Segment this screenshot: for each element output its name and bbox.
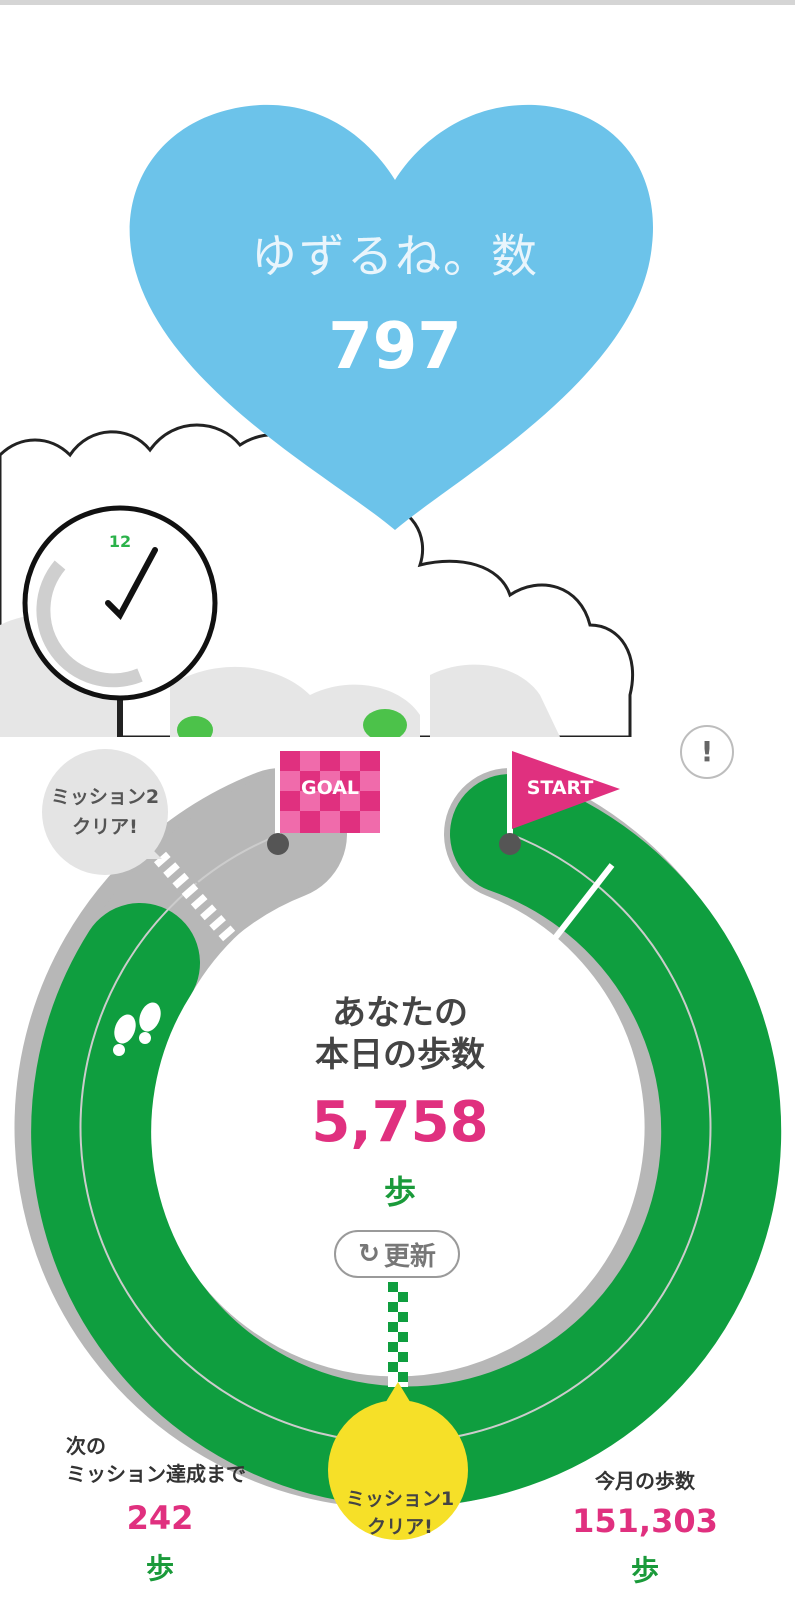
heart-count: 797: [328, 310, 462, 384]
next-mission-line2: ミッション達成まで: [66, 1462, 246, 1486]
mission1-checker: [388, 1282, 408, 1387]
heart-title: ゆずるね。数: [251, 229, 539, 283]
month-steps-value: 151,303: [572, 1502, 718, 1540]
month-steps-unit: 歩: [630, 1554, 659, 1587]
today-steps-unit: 歩: [383, 1173, 416, 1211]
mission1-line1: ミッション1: [345, 1488, 455, 1510]
mission1-line2: クリア!: [367, 1516, 433, 1538]
today-steps-value: 5,758: [311, 1090, 489, 1155]
yuzurune-banner[interactable]: 12 ゆずるね。数 797: [0, 5, 795, 737]
refresh-button[interactable]: ↻ 更新: [334, 1230, 460, 1278]
mission2-text: ミッション2 クリア!: [40, 782, 170, 842]
next-mission-value: 242: [126, 1499, 194, 1537]
next-mission-label: 次の ミッション達成まで: [66, 1432, 306, 1488]
next-mission-unit: 歩: [145, 1552, 174, 1585]
today-steps-label: あなたの 本日の歩数: [250, 992, 550, 1076]
refresh-icon: ↻: [358, 1239, 380, 1269]
refresh-label: 更新: [383, 1241, 436, 1272]
mission1-text: ミッション1 クリア!: [330, 1485, 470, 1541]
next-mission-line1: 次の: [66, 1434, 106, 1458]
clock-label: 12: [109, 532, 131, 551]
goal-label: GOAL: [300, 777, 360, 799]
today-label-line2: 本日の歩数: [315, 1035, 485, 1075]
step-tracker: GOAL START ミッション2 クリア! ! あなたの 本日の歩数 5,75…: [0, 725, 795, 1600]
mission2-line2: クリア!: [72, 816, 138, 838]
mission2-line1: ミッション2: [50, 786, 160, 808]
start-label: START: [526, 777, 594, 799]
month-steps-label: 今月の歩数: [595, 1469, 695, 1493]
info-button[interactable]: !: [680, 725, 734, 779]
today-label-line1: あなたの: [332, 993, 468, 1033]
